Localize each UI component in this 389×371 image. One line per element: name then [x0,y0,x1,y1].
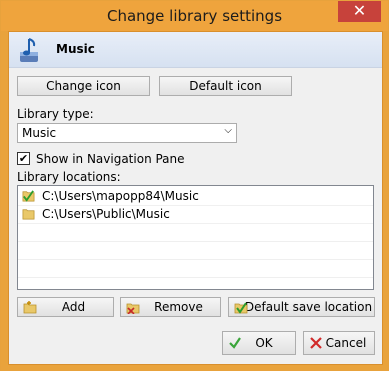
ok-label: OK [255,336,273,350]
dialog-client: Music Change icon Default icon Library t… [8,31,383,365]
cancel-x-icon [310,337,322,349]
remove-label: Remove [154,300,203,314]
show-in-nav-label: Show in Navigation Pane [36,152,185,166]
library-type-select[interactable]: Music ⌵ [17,123,237,143]
library-header: Music [9,32,382,68]
cancel-label: Cancel [325,336,367,350]
window-title: Change library settings [106,7,283,25]
default-folder-icon [234,302,248,314]
dialog-window: Change library settings ✕ Music Change i… [0,0,389,371]
cancel-button[interactable]: Cancel [303,331,375,355]
library-type-value: Music [22,126,57,140]
list-item[interactable]: C:\Users\Public\Music [18,206,373,224]
default-save-location-button[interactable]: Default save location [228,297,375,317]
remove-button[interactable]: Remove [120,297,221,317]
location-path: C:\Users\mapopp84\Music [42,189,199,203]
library-type-label: Library type: [17,107,94,121]
checkmark-icon [229,337,241,349]
empty-row [18,224,373,242]
library-locations-list[interactable]: C:\Users\mapopp84\Music C:\Users\Public\… [17,185,374,290]
default-folder-icon [22,190,35,202]
empty-row [18,260,373,278]
library-name: Music [56,42,95,56]
empty-row [18,242,373,260]
chevron-down-icon: ⌵ [224,125,232,136]
default-save-location-label: Default save location [244,300,373,314]
music-library-icon [20,38,38,62]
default-icon-button[interactable]: Default icon [159,76,292,96]
ok-button[interactable]: OK [222,331,296,355]
remove-folder-icon [126,303,140,314]
change-icon-button[interactable]: Change icon [17,76,150,96]
show-in-nav-checkbox[interactable]: ✔ [17,152,30,165]
add-folder-icon [23,301,37,314]
library-locations-label: Library locations: [17,170,121,184]
close-button[interactable]: ✕ [338,1,381,22]
folder-icon [22,209,35,220]
list-item[interactable]: C:\Users\mapopp84\Music [18,188,373,206]
add-button[interactable]: Add [17,297,114,317]
location-path: C:\Users\Public\Music [42,207,170,221]
add-label: Add [61,300,86,314]
title-bar[interactable]: Change library settings ✕ [1,1,388,31]
